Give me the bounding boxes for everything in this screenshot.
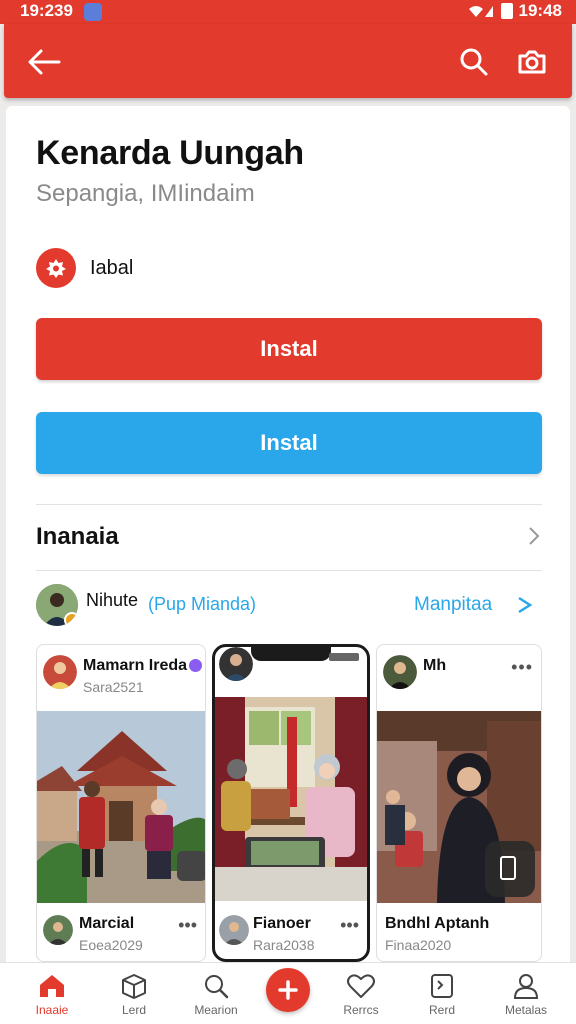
post-footer-name: Marcial [79,915,135,932]
feed-link[interactable]: Manpitaa [414,594,492,616]
nav-label: Rerrcs [343,1003,379,1017]
more-options-icon[interactable]: ••• [178,915,197,936]
battery-icon [500,3,513,19]
post-author-name: Mamarn Ireda [83,657,203,675]
nav-item-search[interactable]: Mearion [180,963,252,1024]
search-button[interactable] [454,42,494,82]
status-indicators: 19:48 [467,1,562,21]
page-subtitle: Sepangia, IMIindaim [36,180,255,207]
page-title: Kenarda Uungah [36,134,304,172]
post-author-name: Mh [423,657,447,674]
status-bar: 19:239 19:48 [0,0,576,24]
hijab-woman-photo [377,711,541,903]
plus-icon [278,980,298,1000]
temple-photo [37,711,205,903]
post-footer-date: Rara2038 [253,937,315,953]
heart-icon [347,974,375,998]
post-photo[interactable] [215,697,367,901]
classroom-photo [215,697,367,901]
avatar[interactable] [36,584,78,626]
avatar[interactable] [43,655,77,689]
more-options-icon[interactable]: ••• [340,915,359,936]
nav-item-lerd[interactable]: Lerd [98,963,170,1024]
post-footer-name: Fianoer [253,915,311,932]
card-icon [431,974,453,998]
badge-icon [36,248,76,288]
content-card: Kenarda Uungah Sepangia, IMIindaim Iabal… [6,106,570,1024]
feed-author-name[interactable]: Nihute [86,590,138,611]
nav-item-card[interactable]: Rerd [406,963,478,1024]
post-footer-date: Finaa2020 [385,937,452,953]
feed-author-subtitle[interactable]: (Pup Mianda) [148,594,256,615]
install-button-primary[interactable]: Instal [36,318,542,380]
verified-icon [189,659,203,673]
home-icon [40,975,64,997]
nav-item-profile[interactable]: Metalas [490,963,562,1024]
post-date: Sara2521 [83,679,144,695]
nav-item-favorites[interactable]: Rerrcs [325,963,397,1024]
post-card[interactable]: Fianoer Rara2038 ••• [212,644,370,962]
play-icon[interactable] [516,596,532,614]
avatar[interactable] [43,915,73,945]
seal-icon [46,259,66,278]
nav-label: Metalas [504,1003,548,1017]
phone-status-bar [329,653,359,661]
divider [36,570,542,571]
post-card[interactable]: Mh ••• Bndhl Aptanh Finaa2020 [376,644,542,962]
verified-badge [64,612,78,626]
chevron-right-icon[interactable] [524,524,544,548]
tag-label: Iabal [90,257,134,279]
install-button-secondary[interactable]: Instal [36,412,542,474]
phone-notch [251,647,331,661]
post-photo[interactable] [37,711,205,903]
avatar[interactable] [383,655,417,689]
nav-label: Mearion [194,1003,238,1017]
search-icon [460,48,488,76]
post-photo[interactable] [377,711,541,903]
search-icon [205,975,229,999]
post-card[interactable]: Mamarn Ireda Sara2521 Marcial Eoea2029 •… [36,644,206,962]
box-icon [122,974,146,999]
nav-label: Lerd [121,1003,147,1017]
avatar[interactable] [219,915,249,945]
nav-label: Rerd [428,1003,455,1017]
status-time: 19:239 [20,1,73,20]
nav-item-home[interactable]: Inaaie [16,963,88,1024]
status-time-right: 19:48 [518,1,562,20]
person-icon [513,974,539,999]
app-notification-icon [84,3,102,21]
back-button[interactable] [24,42,64,82]
nav-label: Inaaie [35,1003,69,1017]
camera-icon [518,50,546,74]
arrow-left-icon [28,49,61,75]
app-bar [4,24,572,98]
divider [36,504,542,505]
post-footer-date: Eoea2029 [79,937,143,953]
create-post-button[interactable] [266,968,310,1012]
wifi-signal-icon [468,6,493,17]
section-title[interactable]: Inanaia [36,523,119,551]
avatar[interactable] [219,647,253,681]
post-footer-name: Bndhl Aptanh [385,915,490,932]
camera-button[interactable] [512,42,552,82]
more-options-icon[interactable]: ••• [511,657,533,678]
